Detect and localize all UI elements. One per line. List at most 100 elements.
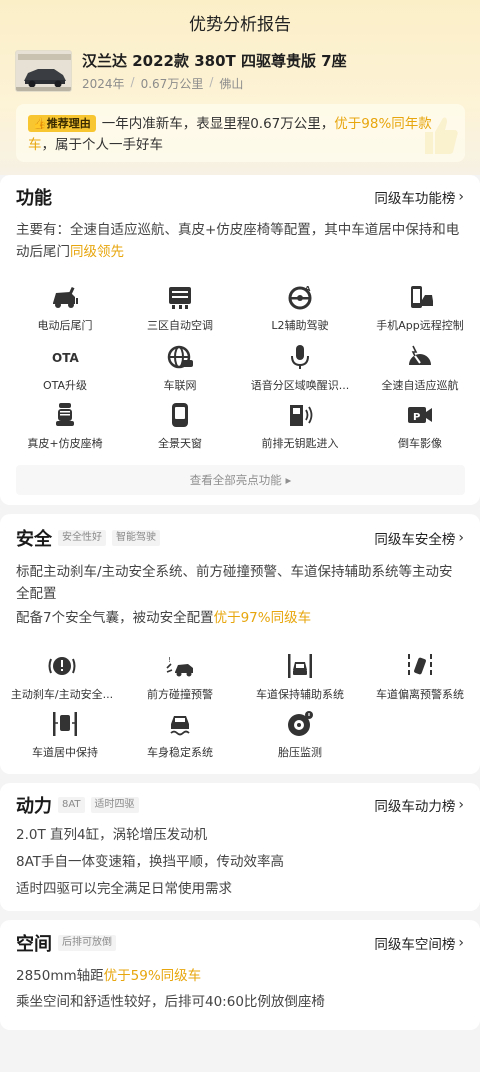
function-description: 主要有：全速自适应巡航、真皮+仿皮座椅等配置，其中车道居中保持和电动后尾门同级领… — [16, 222, 460, 260]
safety-tag: 智能驾驶 — [112, 530, 160, 546]
feature-item[interactable]: 全景天窗 — [120, 401, 240, 451]
lane-departure-icon — [408, 654, 432, 675]
space-tag: 后排可放倒 — [58, 935, 116, 951]
feature-item[interactable]: 电动后尾门 — [5, 283, 125, 333]
feature-label: L2辅助驾驶 — [271, 319, 329, 332]
feature-item[interactable]: 车道偏离预警系统 — [360, 652, 480, 702]
ota-icon: OTA — [52, 351, 79, 365]
function-ranking-link[interactable]: 同级车功能榜 › — [374, 187, 464, 207]
feature-label: 手机App远程控制 — [376, 319, 464, 332]
meta-separator: / — [130, 75, 135, 89]
feature-item[interactable]: A L2辅助驾驶 — [240, 283, 360, 333]
feature-item[interactable]: 前排无钥匙进入 — [240, 401, 360, 451]
space-card: 空间 后排可放倒 同级车空间榜 › 2850mm轴距优于59%同级车 乘坐空间和舒… — [0, 920, 480, 1030]
feature-item[interactable]: 真皮+仿皮座椅 — [5, 401, 125, 451]
car-year: 2024年 — [82, 77, 125, 91]
power-tag: 适时四驱 — [90, 797, 139, 813]
feature-label: 车道偏离预警系统 — [376, 688, 464, 701]
speedometer-icon — [409, 345, 431, 365]
feature-label: 主动刹车/主动安全... — [10, 688, 114, 701]
car-thumbnail — [15, 50, 72, 92]
triangle-right-icon: ▸ — [285, 473, 292, 487]
feature-label: 全速自适应巡航 — [381, 379, 459, 392]
reason-text-b: ，属于个人一手好车 — [41, 137, 164, 153]
svg-text:P: P — [413, 412, 420, 423]
power-tag: 8AT — [58, 797, 85, 813]
feature-label: 语音分区域唤醒识... — [250, 379, 350, 392]
feature-item[interactable]: 车身稳定系统 — [120, 710, 240, 760]
feature-item[interactable]: 三区自动空调 — [120, 283, 240, 333]
recommend-reason: 👍推荐理由 一年内准新车，表显里程0.67万公里，优于98%同年款车，属于个人一手… — [16, 104, 465, 162]
wheelbase-line: 2850mm轴距优于59%同级车 — [16, 968, 202, 984]
phone-remote-icon — [411, 286, 433, 308]
feature-label: OTA升级 — [42, 379, 88, 392]
feature-item[interactable]: 胎压监测 — [240, 710, 360, 760]
feature-item[interactable]: 手机App远程控制 — [360, 283, 480, 333]
globe-car-icon — [167, 345, 193, 369]
power-line: 8AT手自一体变速箱，换挡平顺，传动效率高 — [16, 854, 285, 870]
stability-icon — [170, 716, 190, 736]
climate-icon — [169, 287, 191, 309]
car-summary[interactable]: 汉兰达 2022款 380T 四驱尊贵版 7座 2024年 / 0.67万公里 … — [15, 50, 347, 92]
chevron-right-icon: › — [458, 935, 464, 951]
feature-item[interactable]: 语音分区域唤醒识... — [240, 343, 360, 393]
collision-warning-icon: ! — [166, 656, 193, 677]
power-card: 动力 8AT 适时四驱 同级车动力榜 › 2.0T 直列4缸，涡轮增压发动机 8A… — [0, 783, 480, 911]
page-title: 优势分析报告 — [189, 15, 291, 35]
reverse-camera-icon: P — [408, 407, 432, 423]
power-title: 动力 — [16, 796, 52, 817]
feature-label: 车联网 — [163, 379, 197, 392]
car-city: 佛山 — [219, 77, 244, 91]
power-ranking-link[interactable]: 同级车动力榜 › — [374, 795, 464, 815]
lane-center-icon — [53, 712, 77, 736]
steering-assist-icon: A — [288, 285, 312, 310]
svg-text:A: A — [305, 285, 311, 293]
feature-label: 真皮+仿皮座椅 — [27, 437, 103, 450]
tailgate-icon — [53, 286, 78, 308]
safety-description: 标配主动刹车/主动安全系统、前方碰撞预警、车道保持辅助系统等主动安全配置 — [16, 564, 453, 602]
keyless-door-icon — [290, 405, 313, 426]
feature-label: 倒车影像 — [398, 437, 442, 450]
chevron-right-icon: › — [458, 530, 464, 546]
feature-label: 三区自动空调 — [147, 319, 213, 332]
feature-label: 电动后尾门 — [37, 319, 93, 332]
thumbs-up-icon: 👍 — [33, 117, 47, 130]
feature-item[interactable]: P 倒车影像 — [360, 401, 480, 451]
sunroof-icon — [172, 403, 188, 427]
feature-label: 车道保持辅助系统 — [256, 688, 344, 701]
reason-text-a: 一年内准新车，表显里程0.67万公里， — [101, 116, 335, 132]
function-card: 功能 同级车功能榜 › 主要有：全速自适应巡航、真皮+仿皮座椅等配置，其中车道居中… — [0, 175, 480, 505]
microphone-icon — [291, 345, 309, 369]
lane-keep-icon — [288, 654, 312, 678]
feature-item[interactable]: 车联网 — [120, 343, 240, 393]
chevron-right-icon: › — [458, 797, 464, 813]
space-ranking-link[interactable]: 同级车空间榜 › — [374, 933, 464, 953]
feature-item[interactable]: OTA OTA升级 — [5, 343, 125, 393]
feature-label: 全景天窗 — [158, 437, 202, 450]
seat-icon — [56, 403, 74, 426]
chevron-right-icon: › — [458, 189, 464, 205]
function-title: 功能 — [16, 188, 52, 209]
space-title: 空间 — [16, 934, 52, 955]
feature-item[interactable]: 主动刹车/主动安全... — [2, 652, 122, 702]
car-name: 汉兰达 2022款 380T 四驱尊贵版 7座 — [82, 52, 347, 70]
safety-ranking-link[interactable]: 同级车安全榜 › — [374, 528, 464, 548]
feature-label: 车道居中保持 — [32, 746, 98, 759]
safety-title: 安全 — [16, 529, 52, 550]
feature-item[interactable]: 全速自适应巡航 — [360, 343, 480, 393]
feature-item[interactable]: 车道居中保持 — [5, 710, 125, 760]
view-all-features-button[interactable]: 查看全部亮点功能 ▸ — [16, 465, 465, 495]
brake-warning-icon — [48, 657, 76, 675]
feature-label: 胎压监测 — [278, 746, 322, 759]
airbag-description: 配备7个安全气囊，被动安全配置优于97%同级车 — [16, 610, 312, 626]
feature-item[interactable]: 车道保持辅助系统 — [240, 652, 360, 702]
recommend-tag: 👍推荐理由 — [28, 115, 96, 132]
power-line: 2.0T 直列4缸，涡轮增压发动机 — [16, 827, 208, 843]
feature-label: 前方碰撞预警 — [147, 688, 213, 701]
feature-label: 前排无钥匙进入 — [261, 437, 339, 450]
tire-pressure-icon — [288, 711, 313, 736]
power-line: 适时四驱可以完全满足日常使用需求 — [16, 881, 232, 897]
feature-label: 车身稳定系统 — [147, 746, 213, 759]
safety-card: 安全 安全性好 智能驾驶 同级车安全榜 › 标配主动刹车/主动安全系统、前方碰撞预… — [0, 514, 480, 774]
feature-item[interactable]: ! 前方碰撞预警 — [120, 652, 240, 702]
